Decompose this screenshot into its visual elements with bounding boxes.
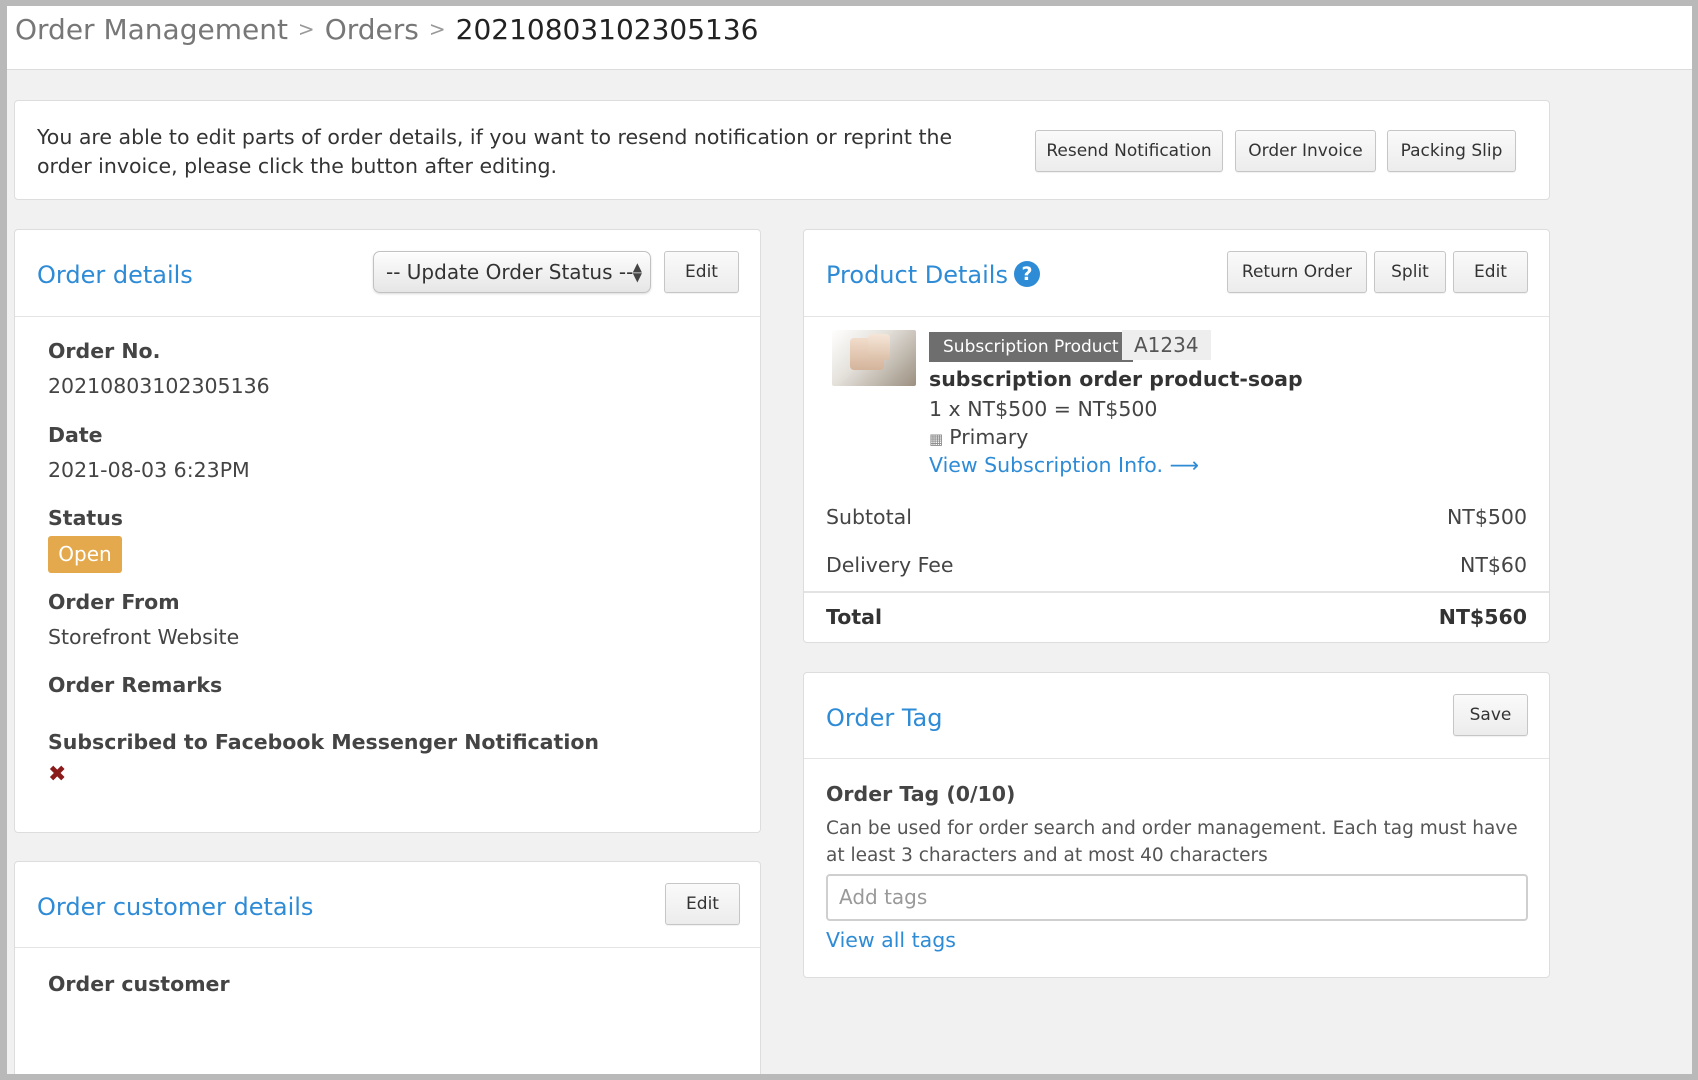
product-details-edit-button[interactable]: Edit xyxy=(1453,251,1528,293)
chevron-right-icon: > xyxy=(428,17,446,41)
return-order-button[interactable]: Return Order xyxy=(1227,251,1367,293)
order-details-title: Order details xyxy=(37,261,193,289)
add-tags-input[interactable]: Add tags xyxy=(826,874,1528,921)
order-no-label: Order No. xyxy=(48,339,161,363)
order-details-header: Order details -- Update Order Status -- … xyxy=(15,230,760,317)
notice-panel: You are able to edit parts of order deta… xyxy=(14,100,1550,200)
product-thumbnail[interactable] xyxy=(832,330,916,386)
order-from-label: Order From xyxy=(48,590,180,614)
help-icon[interactable]: ? xyxy=(1013,261,1040,287)
customer-details-title: Order customer details xyxy=(37,893,314,921)
breadcrumb-current: 20210803102305136 xyxy=(455,13,759,46)
order-remarks-label: Order Remarks xyxy=(48,673,223,697)
messenger-notification-label: Subscribed to Facebook Messenger Notific… xyxy=(48,730,600,754)
view-subscription-info-link[interactable]: View Subscription Info. ⟶ xyxy=(929,453,1199,477)
delivery-fee-value: NT$60 xyxy=(1460,553,1527,577)
soap-shape xyxy=(868,334,890,360)
product-details-panel: Product Details? Return Order Split Edit… xyxy=(803,229,1550,643)
split-button[interactable]: Split xyxy=(1374,251,1446,293)
packing-slip-button[interactable]: Packing Slip xyxy=(1387,130,1516,172)
total-label: Total xyxy=(826,605,883,629)
customer-details-edit-button[interactable]: Edit xyxy=(665,883,740,925)
product-price-calc: 1 x NT$500 = NT$500 xyxy=(929,397,1158,421)
top-bar: Order Management > Orders >2021080310230513… xyxy=(7,6,1692,70)
order-tag-description: Can be used for order search and order m… xyxy=(826,818,1518,866)
delivery-fee-row: Delivery Fee NT$60 xyxy=(826,553,1527,577)
customer-details-panel: Order customer details Edit Order custom… xyxy=(14,861,761,1074)
subtotal-row: Subtotal NT$500 xyxy=(826,505,1527,529)
subtotal-label: Subtotal xyxy=(826,505,912,529)
total-divider xyxy=(804,591,1549,593)
warehouse-name: Primary xyxy=(949,425,1029,449)
order-no-value: 20210803102305136 xyxy=(48,374,270,398)
app-window: Order Management > Orders >2021080310230513… xyxy=(7,6,1692,1074)
x-icon: ✖ xyxy=(48,762,67,787)
product-name: subscription order product-soap xyxy=(929,367,1303,391)
date-label: Date xyxy=(48,423,103,447)
order-invoice-button[interactable]: Order Invoice xyxy=(1235,130,1376,172)
update-order-status-select[interactable]: -- Update Order Status -- ▲ ▼ xyxy=(373,251,651,293)
order-tag-header: Order Tag Save xyxy=(804,673,1549,759)
customer-details-header: Order customer details Edit xyxy=(15,862,760,948)
notice-text: You are able to edit parts of order deta… xyxy=(37,125,953,178)
delivery-fee-label: Delivery Fee xyxy=(826,553,954,577)
order-details-edit-button[interactable]: Edit xyxy=(664,251,739,293)
product-details-header: Product Details? Return Order Split Edit xyxy=(804,230,1549,317)
building-icon: ▦ xyxy=(929,430,944,448)
product-details-title-text: Product Details xyxy=(826,261,1008,289)
sku-tag: A1234 xyxy=(1122,330,1211,360)
status-label: Status xyxy=(48,506,123,530)
resend-notification-button[interactable]: Resend Notification xyxy=(1035,130,1223,172)
total-row: Total NT$560 xyxy=(826,605,1527,629)
order-from-value: Storefront Website xyxy=(48,625,240,649)
total-value: NT$560 xyxy=(1438,605,1527,629)
breadcrumb-order-management[interactable]: Order Management xyxy=(15,13,288,46)
status-badge: Open xyxy=(48,536,122,573)
breadcrumb-orders[interactable]: Orders xyxy=(325,13,419,46)
order-details-panel: Order details -- Update Order Status -- … xyxy=(14,229,761,833)
product-details-title: Product Details? xyxy=(826,260,1040,290)
chevron-right-icon: > xyxy=(297,17,315,41)
order-tag-title: Order Tag xyxy=(826,704,943,732)
order-tag-count-label: Order Tag (0/10) xyxy=(826,782,1016,806)
order-customer-label: Order customer xyxy=(48,972,230,996)
subtotal-value: NT$500 xyxy=(1446,505,1527,529)
view-all-tags-link[interactable]: View all tags xyxy=(826,928,956,952)
update-order-status-value: -- Update Order Status -- xyxy=(386,260,634,284)
save-button[interactable]: Save xyxy=(1453,694,1528,736)
warehouse: ▦ Primary xyxy=(929,425,1028,449)
select-arrows-icon: ▲ ▼ xyxy=(632,260,642,284)
subscription-product-tag: Subscription Product xyxy=(929,332,1133,362)
breadcrumb: Order Management > Orders >2021080310230513… xyxy=(15,10,758,52)
order-tag-panel: Order Tag Save Order Tag (0/10) Can be u… xyxy=(803,672,1550,978)
date-value: 2021-08-03 6:23PM xyxy=(48,458,250,482)
